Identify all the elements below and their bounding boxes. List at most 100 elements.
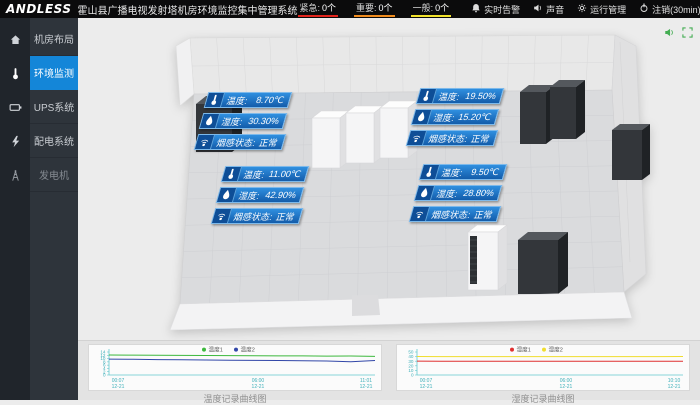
- temperature-chart: 0246810121400:0712-2106:0012-2111:0112-2…: [88, 344, 382, 400]
- droplet-icon: [217, 188, 237, 202]
- smoke-sensor-icon: [212, 209, 232, 223]
- sensor-label: 烟感状态:: [427, 132, 469, 145]
- general-underline: [411, 15, 452, 17]
- humidity-chart-title: 湿度记录曲线图: [396, 392, 690, 405]
- sidebar-item-label: UPS系统: [30, 90, 78, 124]
- bell-icon: [471, 3, 481, 15]
- sidebar-item-room-layout[interactable]: 机房布局: [0, 22, 78, 56]
- charts-strip: 0246810121400:0712-2106:0012-2111:0112-2…: [78, 340, 700, 400]
- alarm-count: 0个: [379, 3, 393, 13]
- sound-button[interactable]: 声音: [533, 3, 564, 16]
- sensor-panel-top-left[interactable]: 温度:8.70℃ 湿度:30.30% 烟感状态:正常: [196, 92, 290, 155]
- svg-text:温度2: 温度2: [241, 345, 255, 353]
- thermometer-icon: [0, 56, 30, 90]
- temperature-chart-title: 温度记录曲线图: [88, 392, 382, 405]
- sensor-value: 11.00℃: [263, 169, 307, 180]
- sidebar-item-label: 配电系统: [30, 124, 78, 158]
- lightning-icon: [0, 124, 30, 158]
- alarm-count: 0个: [322, 3, 336, 13]
- operation-management-button[interactable]: 运行管理: [577, 3, 626, 16]
- svg-text:12-21: 12-21: [252, 384, 265, 390]
- sensor-value: 正常: [254, 136, 285, 149]
- top-menu: 实时告警 声音 运行管理 注销(30min): [471, 3, 700, 16]
- svg-text:50: 50: [408, 350, 414, 355]
- sidebar-item-label: 环境监测: [30, 56, 78, 90]
- logout-button[interactable]: 注销(30min): [639, 3, 700, 16]
- svg-text:12-21: 12-21: [420, 384, 433, 390]
- alarm-stats: 紧急:0个 重要:0个 一般:0个: [298, 0, 452, 18]
- svg-text:12-21: 12-21: [112, 384, 125, 390]
- sidebar-item-environment-monitor[interactable]: 环境监测: [0, 56, 78, 90]
- svg-text:湿度1: 湿度1: [517, 345, 531, 353]
- sensor-panel-bottom-left[interactable]: 温度:11.00℃ 湿度:42.90% 烟感状态:正常: [213, 166, 307, 229]
- home-icon: [0, 22, 30, 56]
- alarm-label: 紧急:: [300, 3, 321, 13]
- sidebar-item-ups-system[interactable]: UPS系统: [0, 90, 78, 124]
- sensor-panel-bottom-right[interactable]: 温度:9.50℃ 湿度:28.80% 烟感状态:正常: [411, 164, 505, 227]
- smoke-sensor-icon: [410, 207, 430, 221]
- svg-text:温度1: 温度1: [209, 345, 223, 353]
- sensor-label: 烟感状态:: [232, 210, 274, 223]
- thermometer-icon: [420, 165, 440, 179]
- sidebar: 机房布局 环境监测 UPS系统 配电系统 发电机: [0, 18, 78, 400]
- battery-icon: [0, 90, 30, 124]
- thermometer-icon: [222, 167, 242, 181]
- sensor-value: 42.90%: [260, 190, 302, 200]
- humidity-chart: 0102030405000:0712-2106:0012-2110:1012-2…: [396, 344, 690, 400]
- sensor-value: 28.80%: [458, 188, 500, 198]
- view-controls: [663, 26, 694, 39]
- menu-label: 注销(30min): [652, 3, 700, 16]
- sensor-label: 湿度:: [237, 189, 261, 202]
- sensor-value: 正常: [271, 210, 302, 223]
- smoke-sensor-icon: [195, 135, 215, 149]
- thermometer-icon: [205, 93, 225, 107]
- svg-text:30: 30: [408, 359, 414, 364]
- power-icon: [639, 3, 649, 15]
- smoke-sensor-icon: [407, 131, 427, 145]
- svg-text:12-21: 12-21: [668, 384, 681, 390]
- alarm-stat-important[interactable]: 重要:0个: [354, 0, 395, 18]
- sound-icon[interactable]: [663, 26, 676, 39]
- sensor-value: 正常: [466, 132, 497, 145]
- realtime-alarm-button[interactable]: 实时告警: [471, 3, 520, 16]
- sidebar-item-generator[interactable]: 发电机: [0, 158, 78, 192]
- alarm-stat-general[interactable]: 一般:0个: [411, 0, 452, 18]
- humidity-chart-plot[interactable]: 0102030405000:0712-2106:0012-2110:1012-2…: [396, 344, 690, 391]
- svg-text:14: 14: [100, 350, 106, 355]
- page-title: 霍山县广播电视发射塔机房环境监控集中管理系统: [78, 2, 298, 17]
- svg-text:12-21: 12-21: [560, 384, 573, 390]
- sensor-value: 8.70℃: [251, 95, 291, 106]
- urgent-underline: [298, 15, 339, 17]
- sensor-label: 湿度:: [220, 115, 244, 128]
- svg-text:12-21: 12-21: [360, 384, 373, 390]
- sensor-label: 温度:: [225, 94, 249, 107]
- sensor-value: 30.30%: [243, 116, 285, 126]
- thermometer-icon: [417, 89, 437, 103]
- tower-icon: [0, 158, 30, 192]
- speaker-icon: [533, 3, 543, 15]
- svg-text:40: 40: [408, 354, 414, 359]
- important-underline: [354, 15, 395, 17]
- sidebar-item-power-distribution[interactable]: 配电系统: [0, 124, 78, 158]
- sidebar-item-label: 机房布局: [30, 22, 78, 56]
- droplet-icon: [415, 186, 435, 200]
- menu-label: 实时告警: [484, 3, 520, 16]
- menu-label: 声音: [546, 3, 564, 16]
- temperature-chart-plot[interactable]: 0246810121400:0712-2106:0012-2111:0112-2…: [88, 344, 382, 391]
- sensor-panel-top-right[interactable]: 温度:19.50% 湿度:15.20℃ 烟感状态:正常: [408, 88, 502, 151]
- alarm-label: 一般:: [413, 3, 434, 13]
- main-view: 温度:8.70℃ 湿度:30.30% 烟感状态:正常 温度:19.50% 湿度:…: [78, 18, 700, 400]
- alarm-stat-urgent[interactable]: 紧急:0个: [298, 0, 339, 18]
- sensor-value: 19.50%: [460, 91, 502, 101]
- svg-text:10: 10: [408, 368, 414, 373]
- sensor-label: 温度:: [437, 90, 461, 103]
- sidebar-item-label: 发电机: [30, 158, 78, 192]
- sensor-label: 湿度:: [435, 187, 459, 200]
- alarm-label: 重要:: [356, 3, 377, 13]
- sensor-label: 温度:: [440, 166, 464, 179]
- svg-text:20: 20: [408, 363, 414, 368]
- droplet-icon: [412, 110, 432, 124]
- fullscreen-icon[interactable]: [681, 26, 694, 39]
- app-logo: ANDLESS: [0, 2, 78, 16]
- topbar: ANDLESS 霍山县广播电视发射塔机房环境监控集中管理系统 紧急:0个 重要:…: [0, 0, 700, 18]
